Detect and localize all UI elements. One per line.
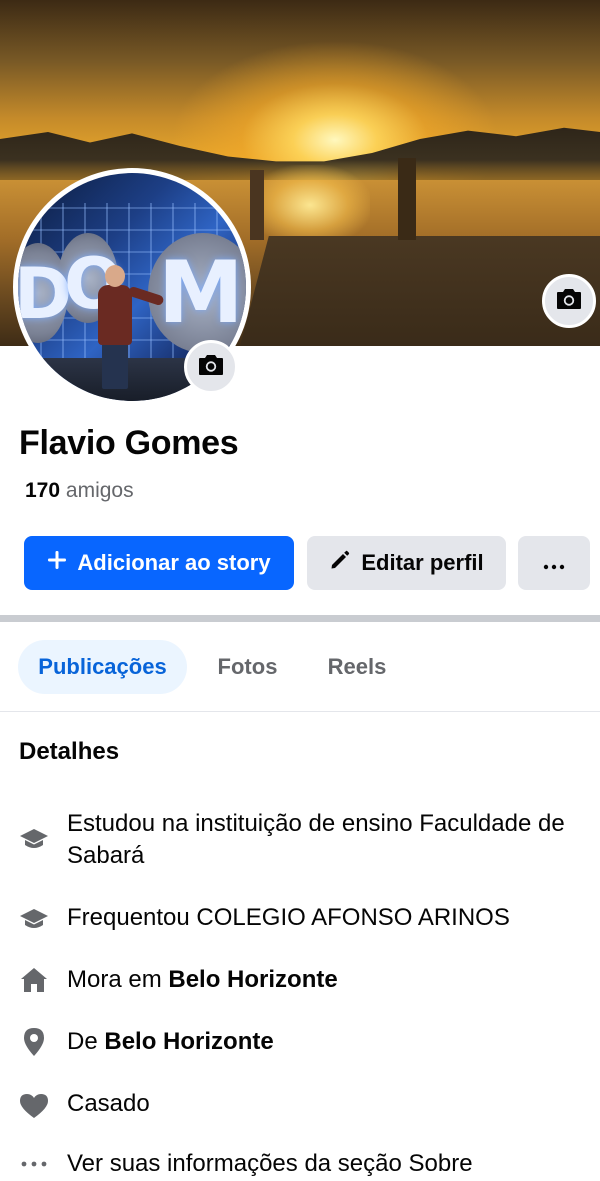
graduation-cap-icon — [18, 904, 50, 936]
heart-icon — [18, 1090, 50, 1122]
edit-profile-picture-button[interactable] — [184, 340, 238, 394]
tab-reels[interactable]: Reels — [310, 640, 404, 694]
pencil-icon — [329, 549, 351, 577]
cover-sun-reflection — [250, 165, 370, 245]
detail-item-from[interactable]: De Belo Horizonte — [0, 1026, 600, 1058]
tab-fotos[interactable]: Fotos — [200, 640, 295, 694]
friends-count-label: amigos — [65, 479, 134, 502]
home-icon — [18, 964, 50, 996]
avatar-person — [105, 265, 125, 287]
detail-item-text: De Belo Horizonte — [67, 1026, 587, 1058]
detail-prefix: De — [67, 1028, 105, 1055]
camera-icon — [198, 354, 224, 381]
profile-name: Flavio Gomes — [19, 424, 239, 462]
camera-icon — [556, 288, 582, 315]
detail-prefix: Mora em — [67, 966, 169, 993]
tabs-divider — [0, 711, 600, 712]
edit-cover-photo-button[interactable] — [542, 274, 596, 328]
more-dots-icon — [18, 1148, 50, 1180]
graduation-cap-icon — [18, 824, 50, 856]
detail-item-school[interactable]: Frequentou COLEGIO AFONSO ARINOS — [0, 902, 600, 934]
avatar-person — [102, 341, 128, 389]
avatar-sign-letter: M — [158, 243, 244, 343]
detail-item-education[interactable]: Estudou na instituição de ensino Faculda… — [0, 808, 600, 874]
plus-icon — [47, 550, 67, 576]
friends-count[interactable]: 170 amigos — [25, 479, 134, 503]
detail-item-see-about[interactable]: Ver suas informações da seção Sobre — [0, 1148, 600, 1180]
edit-profile-button[interactable]: Editar perfil — [307, 536, 506, 590]
friends-count-number: 170 — [25, 479, 61, 502]
details-title: Detalhes — [19, 738, 120, 765]
more-dots-icon — [543, 550, 565, 576]
add-to-story-button[interactable]: Adicionar ao story — [24, 536, 294, 590]
location-pin-icon — [18, 1026, 50, 1058]
more-options-button[interactable] — [518, 536, 590, 590]
detail-bold-value: Belo Horizonte — [168, 966, 338, 993]
avatar-person — [98, 285, 132, 345]
detail-item-text: Estudou na instituição de ensino Faculda… — [67, 810, 565, 869]
detail-item-lives-in[interactable]: Mora em Belo Horizonte — [0, 964, 600, 996]
detail-item-relationship[interactable]: Casado — [0, 1088, 600, 1120]
edit-profile-label: Editar perfil — [361, 550, 484, 575]
detail-item-text: Ver suas informações da seção Sobre — [67, 1150, 473, 1177]
detail-bold-value: Belo Horizonte — [104, 1028, 274, 1055]
tab-publicacoes[interactable]: Publicações — [18, 640, 187, 694]
detail-item-text: Frequentou COLEGIO AFONSO ARINOS — [67, 904, 510, 931]
detail-item-text: Mora em Belo Horizonte — [67, 964, 587, 996]
cover-dock-post — [398, 158, 416, 240]
detail-item-text: Casado — [67, 1090, 150, 1117]
add-to-story-label: Adicionar ao story — [77, 550, 271, 575]
section-divider — [0, 615, 600, 622]
cover-dock-post — [250, 170, 264, 240]
